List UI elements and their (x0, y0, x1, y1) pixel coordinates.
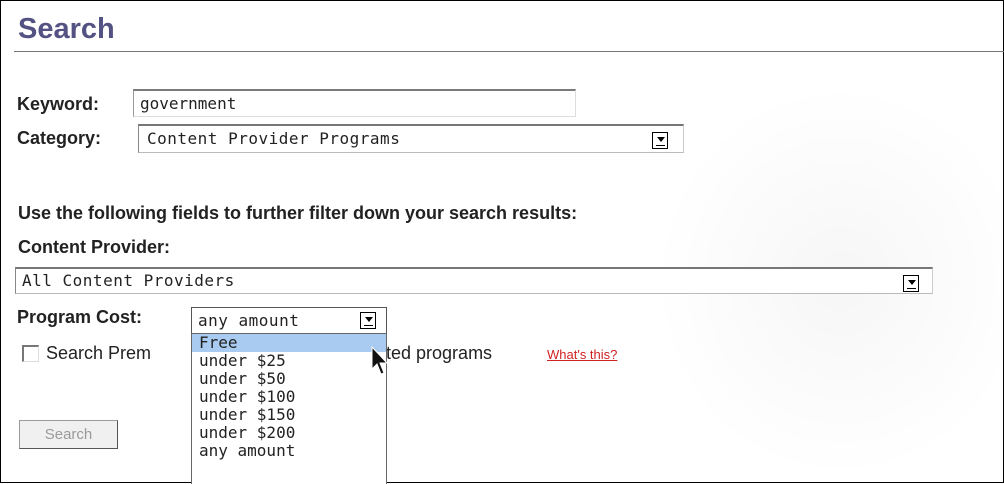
program-cost-dropdown-list: Free under $25 under $50 under $100 unde… (191, 333, 387, 484)
program-cost-select-value: any amount (198, 311, 300, 330)
category-select[interactable]: Content Provider Programs (138, 124, 684, 153)
premium-checkbox-label-end: nted programs (376, 343, 493, 363)
search-button[interactable]: Search (19, 420, 118, 449)
dropdown-option[interactable]: under $100 (192, 388, 386, 406)
search-page: Search Keyword: government Category: Con… (0, 0, 1004, 484)
category-label: Category: (17, 128, 102, 148)
whats-this-link[interactable]: What's this? (547, 347, 617, 362)
filter-instructions: Use the following fields to further filt… (18, 203, 578, 223)
category-select-value: Content Provider Programs (147, 129, 401, 148)
mouse-pointer-icon (371, 346, 389, 375)
dropdown-option[interactable]: under $25 (192, 352, 386, 370)
premium-checkbox-label: Search Prem (46, 343, 152, 363)
keyword-label: Keyword: (17, 94, 100, 114)
chevron-down-icon[interactable] (652, 132, 668, 149)
content-provider-label: Content Provider: (18, 237, 171, 257)
title-divider (14, 51, 1004, 52)
content-provider-select[interactable]: All Content Providers (15, 267, 933, 294)
program-cost-label: Program Cost: (17, 307, 143, 327)
chevron-down-icon[interactable] (903, 275, 919, 292)
dropdown-option[interactable]: under $50 (192, 370, 386, 388)
keyword-input[interactable]: government (133, 89, 576, 117)
dropdown-option[interactable]: Free (192, 334, 386, 352)
program-cost-select[interactable]: any amount (191, 307, 387, 334)
chevron-down-icon[interactable] (360, 312, 376, 329)
page-title: Search (18, 13, 115, 45)
premium-search-checkbox[interactable] (22, 345, 39, 362)
content-provider-select-value: All Content Providers (22, 271, 235, 290)
dropdown-option[interactable]: under $200 (192, 424, 386, 442)
dropdown-option[interactable]: any amount (192, 442, 386, 460)
dropdown-option[interactable]: under $150 (192, 406, 386, 424)
